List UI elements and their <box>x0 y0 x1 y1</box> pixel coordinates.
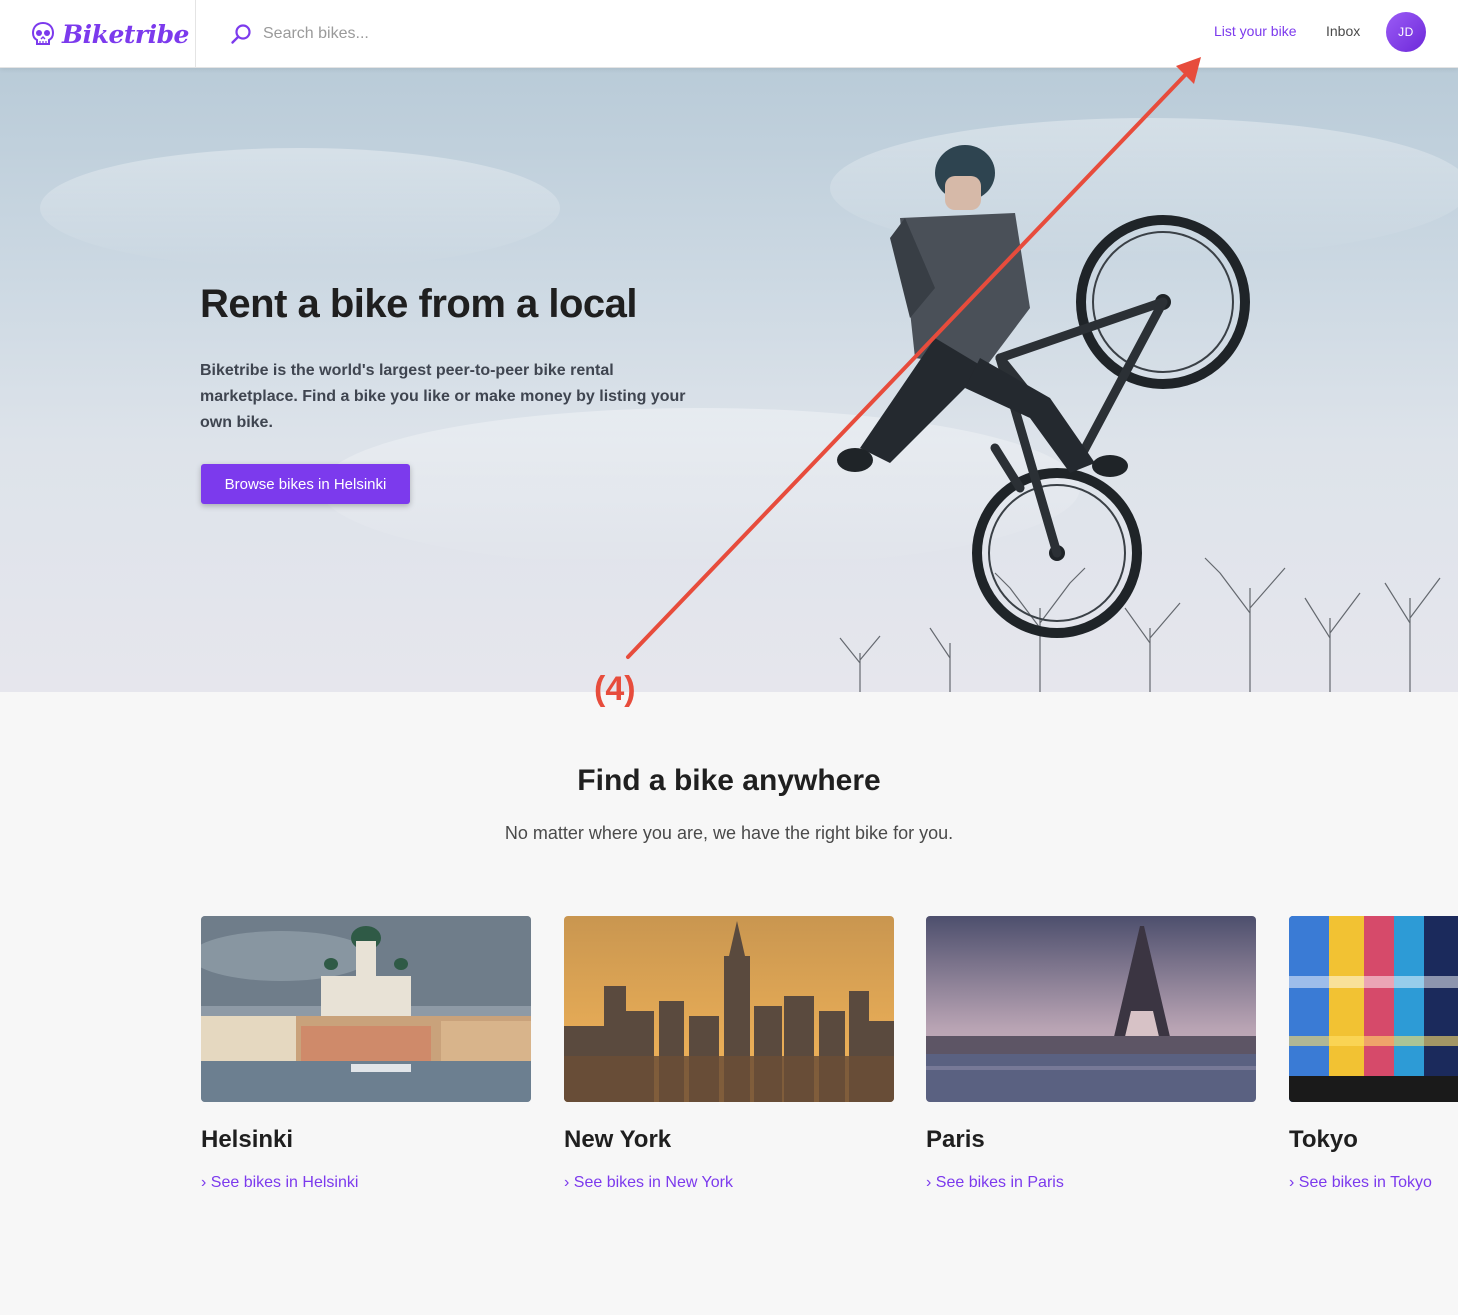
city-card-helsinki[interactable]: Helsinki › See bikes in Helsinki <box>201 916 531 1192</box>
inbox-link[interactable]: Inbox <box>1326 23 1360 39</box>
hero-description: Biketribe is the world's largest peer-to… <box>200 362 686 431</box>
city-name: Helsinki <box>201 1126 294 1153</box>
city-card-new-york[interactable]: New York › See bikes in New York <box>564 916 894 1192</box>
hero-title: Rent a bike from a local <box>200 282 638 326</box>
city-card-paris[interactable]: Paris › See bikes in Paris <box>926 916 1256 1192</box>
logo[interactable]: Biketribe <box>0 0 196 68</box>
tokyo-image <box>1289 916 1458 1102</box>
locations-subtitle: No matter where you are, we have the rig… <box>504 823 954 843</box>
hero-section: Rent a bike from a local Biketribe is th… <box>0 68 1458 692</box>
see-bikes-helsinki-link[interactable]: › See bikes in Helsinki <box>201 1174 531 1192</box>
helsinki-image <box>201 916 531 1102</box>
top-bar: Biketribe List your bike Inbox JD <box>0 0 1458 68</box>
see-bikes-tokyo-link[interactable]: › See bikes in Tokyo <box>1289 1174 1458 1192</box>
search-input[interactable] <box>263 25 763 43</box>
avatar[interactable]: JD <box>1386 12 1426 52</box>
city-name: Tokyo <box>1289 1126 1358 1153</box>
search-icon <box>231 24 251 44</box>
city-name: Paris <box>926 1126 985 1153</box>
see-bikes-paris-link[interactable]: › See bikes in Paris <box>926 1174 1256 1192</box>
locations-title: Find a bike anywhere <box>577 764 881 797</box>
city-card-tokyo[interactable]: Tokyo › See bikes in Tokyo <box>1289 916 1458 1192</box>
paris-image <box>926 916 1256 1102</box>
city-name: New York <box>564 1126 672 1153</box>
logo-text: Biketribe <box>62 19 189 49</box>
list-your-bike-link[interactable]: List your bike <box>1214 23 1296 39</box>
annotation-label: (4) <box>594 670 636 708</box>
search-bar <box>230 19 830 49</box>
logo-skull-icon <box>31 21 55 45</box>
see-bikes-new-york-link[interactable]: › See bikes in New York <box>564 1174 894 1192</box>
new-york-image <box>564 916 894 1102</box>
browse-bikes-button[interactable]: Browse bikes in Helsinki <box>201 464 410 504</box>
